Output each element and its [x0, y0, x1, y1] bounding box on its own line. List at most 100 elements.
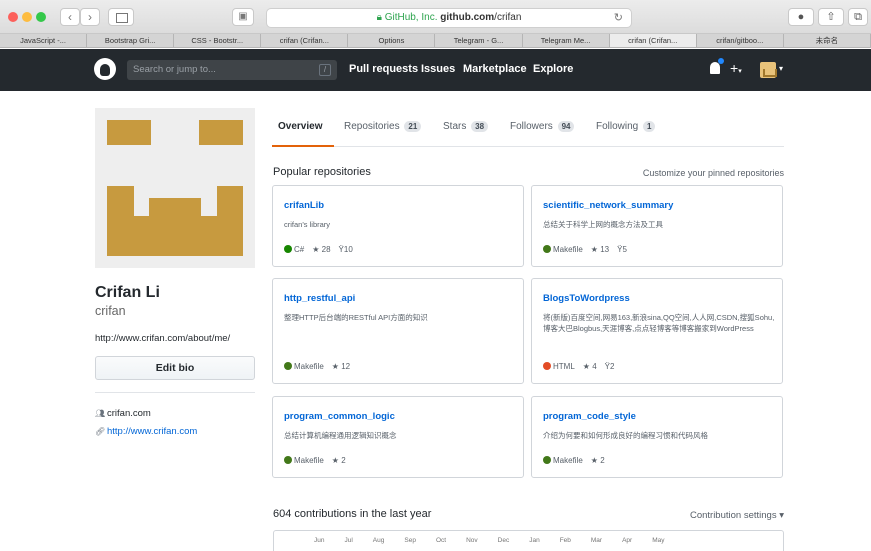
close-window-button[interactable]: [8, 12, 18, 22]
repo-name-link[interactable]: program_common_logic: [284, 411, 395, 422]
caret-down-icon[interactable]: ▾: [779, 64, 783, 73]
user-avatar[interactable]: [760, 62, 777, 78]
share-icon[interactable]: ⇧: [818, 8, 844, 26]
language-color-dot: [543, 456, 551, 464]
repo-forks[interactable]: 10: [344, 245, 353, 254]
repo-description: crifan's library: [284, 220, 331, 229]
repo-meta: Makefile ★ 2: [543, 456, 605, 465]
repo-name-link[interactable]: BlogsToWordpress: [543, 293, 630, 304]
search-placeholder: Search or jump to...: [133, 64, 216, 75]
browser-tab[interactable]: crifan (Crifan...: [609, 34, 697, 47]
sidebar-toggle-icon[interactable]: [108, 8, 134, 26]
tab-followers[interactable]: Followers 94: [510, 121, 575, 132]
repo-description: 总结关于科学上网的概念方法及工具: [543, 220, 663, 229]
repo-name-link[interactable]: scientific_network_summary: [543, 200, 673, 211]
calendar-month-label: Apr: [622, 537, 633, 544]
repo-language: Makefile: [553, 245, 583, 254]
calendar-month-label: Nov: [466, 537, 478, 544]
forward-button[interactable]: ›: [80, 8, 100, 26]
browser-toolbar: ‹ › ▣ 🔒︎ GitHub, Inc. github.com/crifan …: [0, 0, 871, 34]
repo-meta: C# ★ 28 Ÿ10: [284, 245, 353, 254]
profile-blog-link[interactable]: 🔗︎ http://www.crifan.com: [95, 426, 197, 437]
stars-count: 38: [471, 121, 489, 132]
create-new-button[interactable]: +▾: [730, 60, 742, 76]
repo-forks[interactable]: 5: [622, 245, 626, 254]
avatar-block: [107, 120, 151, 145]
tab-stars-label: Stars: [443, 121, 467, 132]
repo-meta: Makefile ★ 12: [284, 362, 350, 371]
tab-following[interactable]: Following 1: [596, 121, 656, 132]
github-logo-icon[interactable]: [94, 58, 116, 80]
repo-name-link[interactable]: http_restful_api: [284, 293, 355, 304]
zoom-window-button[interactable]: [36, 12, 46, 22]
repo-stars[interactable]: 2: [341, 456, 345, 465]
address-domain: github.com: [440, 12, 495, 23]
star-icon: ★: [582, 362, 590, 371]
blog-link-label: http://www.crifan.com: [107, 426, 198, 437]
profile-avatar: [95, 108, 255, 268]
repo-stars[interactable]: 4: [592, 362, 596, 371]
repo-card: program_code_style 介绍为何要和如何形成良好的编程习惯和代码风格…: [531, 396, 783, 478]
repo-language: HTML: [553, 362, 575, 371]
nav-pull-requests[interactable]: Pull requests: [349, 63, 418, 75]
customize-pinned-link[interactable]: Customize your pinned repositories: [643, 168, 784, 178]
browser-tab[interactable]: CSS - Bootstr...: [174, 34, 262, 47]
repo-card: BlogsToWordpress 将(新版)百度空间,网易163,新浪sina,Q…: [531, 278, 783, 384]
active-tab-indicator: [272, 145, 334, 147]
repo-name-link[interactable]: program_code_style: [543, 411, 636, 422]
notification-bell-icon[interactable]: [710, 58, 724, 74]
browser-tab[interactable]: 未命名: [784, 34, 871, 47]
contribution-calendar: Jun Jul Aug Sep Oct Nov Dec Jan Feb Mar Apr May: [273, 530, 784, 551]
repo-card: crifanLib crifan's library C# ★ 28 Ÿ10: [272, 185, 524, 267]
nav-issues[interactable]: Issues: [421, 63, 455, 75]
repo-card: program_common_logic 总结计算机编程通用逻辑知识概念 Makef…: [272, 396, 524, 478]
browser-tab[interactable]: Options: [348, 34, 436, 47]
nav-marketplace[interactable]: Marketplace: [463, 63, 527, 75]
edit-bio-button[interactable]: Edit bio: [95, 356, 255, 380]
address-bar[interactable]: 🔒︎ GitHub, Inc. github.com/crifan ↻: [266, 8, 632, 28]
following-count: 1: [643, 121, 656, 132]
lock-icon: 🔒︎: [376, 12, 382, 23]
browser-tab-strip: JavaScript -... Bootstrap Gri... CSS - Boo…: [0, 34, 871, 48]
tab-overview[interactable]: Overview: [278, 121, 322, 132]
repo-stars[interactable]: 2: [600, 456, 604, 465]
reader-icon[interactable]: ▣: [232, 8, 254, 26]
tabs-overview-icon[interactable]: ⧉: [848, 8, 868, 26]
repo-description: 整理HTTP后台端的RESTful API方面的知识: [284, 313, 428, 322]
calendar-month-label: Mar: [590, 537, 603, 544]
browser-tab[interactable]: crifan/gitboo...: [697, 34, 784, 47]
star-icon: ★: [331, 362, 339, 371]
browser-tab[interactable]: Telegram - G...: [435, 34, 523, 47]
avatar-block: [199, 120, 243, 145]
repo-meta: HTML ★ 4 Ÿ2: [543, 362, 614, 371]
github-header: Search or jump to... / Pull requests Iss…: [0, 49, 871, 91]
profile-organization: 👥︎ crifan.com: [95, 408, 151, 419]
repo-description: 总结计算机编程通用逻辑知识概念: [284, 431, 397, 440]
search-input[interactable]: Search or jump to... /: [127, 60, 337, 80]
tab-repositories[interactable]: Repositories 21: [344, 121, 422, 132]
repo-meta: Makefile ★ 13 Ÿ5: [543, 245, 627, 254]
nav-explore[interactable]: Explore: [533, 63, 573, 75]
repo-card: http_restful_api 整理HTTP后台端的RESTful API方面的…: [272, 278, 524, 384]
browser-tab[interactable]: Bootstrap Gri...: [87, 34, 175, 47]
language-color-dot: [284, 362, 292, 370]
repo-stars[interactable]: 12: [341, 362, 350, 371]
link-icon: 🔗︎: [95, 427, 106, 436]
repo-name-link[interactable]: crifanLib: [284, 200, 324, 211]
browser-tab[interactable]: JavaScript -...: [0, 34, 88, 47]
tab-repositories-label: Repositories: [344, 121, 400, 132]
browser-tab[interactable]: Telegram Me...: [523, 34, 610, 47]
repo-stars[interactable]: 28: [322, 245, 331, 254]
browser-tab[interactable]: crifan (Crifan...: [261, 34, 349, 47]
minimize-window-button[interactable]: [22, 12, 32, 22]
language-color-dot: [284, 456, 292, 464]
contribution-settings-dropdown[interactable]: Contribution settings ▾: [690, 510, 784, 521]
repo-stars[interactable]: 13: [600, 245, 609, 254]
caret-down-icon: ▾: [779, 510, 784, 521]
back-button[interactable]: ‹: [60, 8, 80, 26]
reload-icon[interactable]: ↻: [614, 9, 623, 27]
plus-icon: +: [730, 60, 739, 76]
repo-forks[interactable]: 2: [610, 362, 614, 371]
download-icon[interactable]: ●: [788, 8, 814, 26]
tab-stars[interactable]: Stars 38: [443, 121, 489, 132]
